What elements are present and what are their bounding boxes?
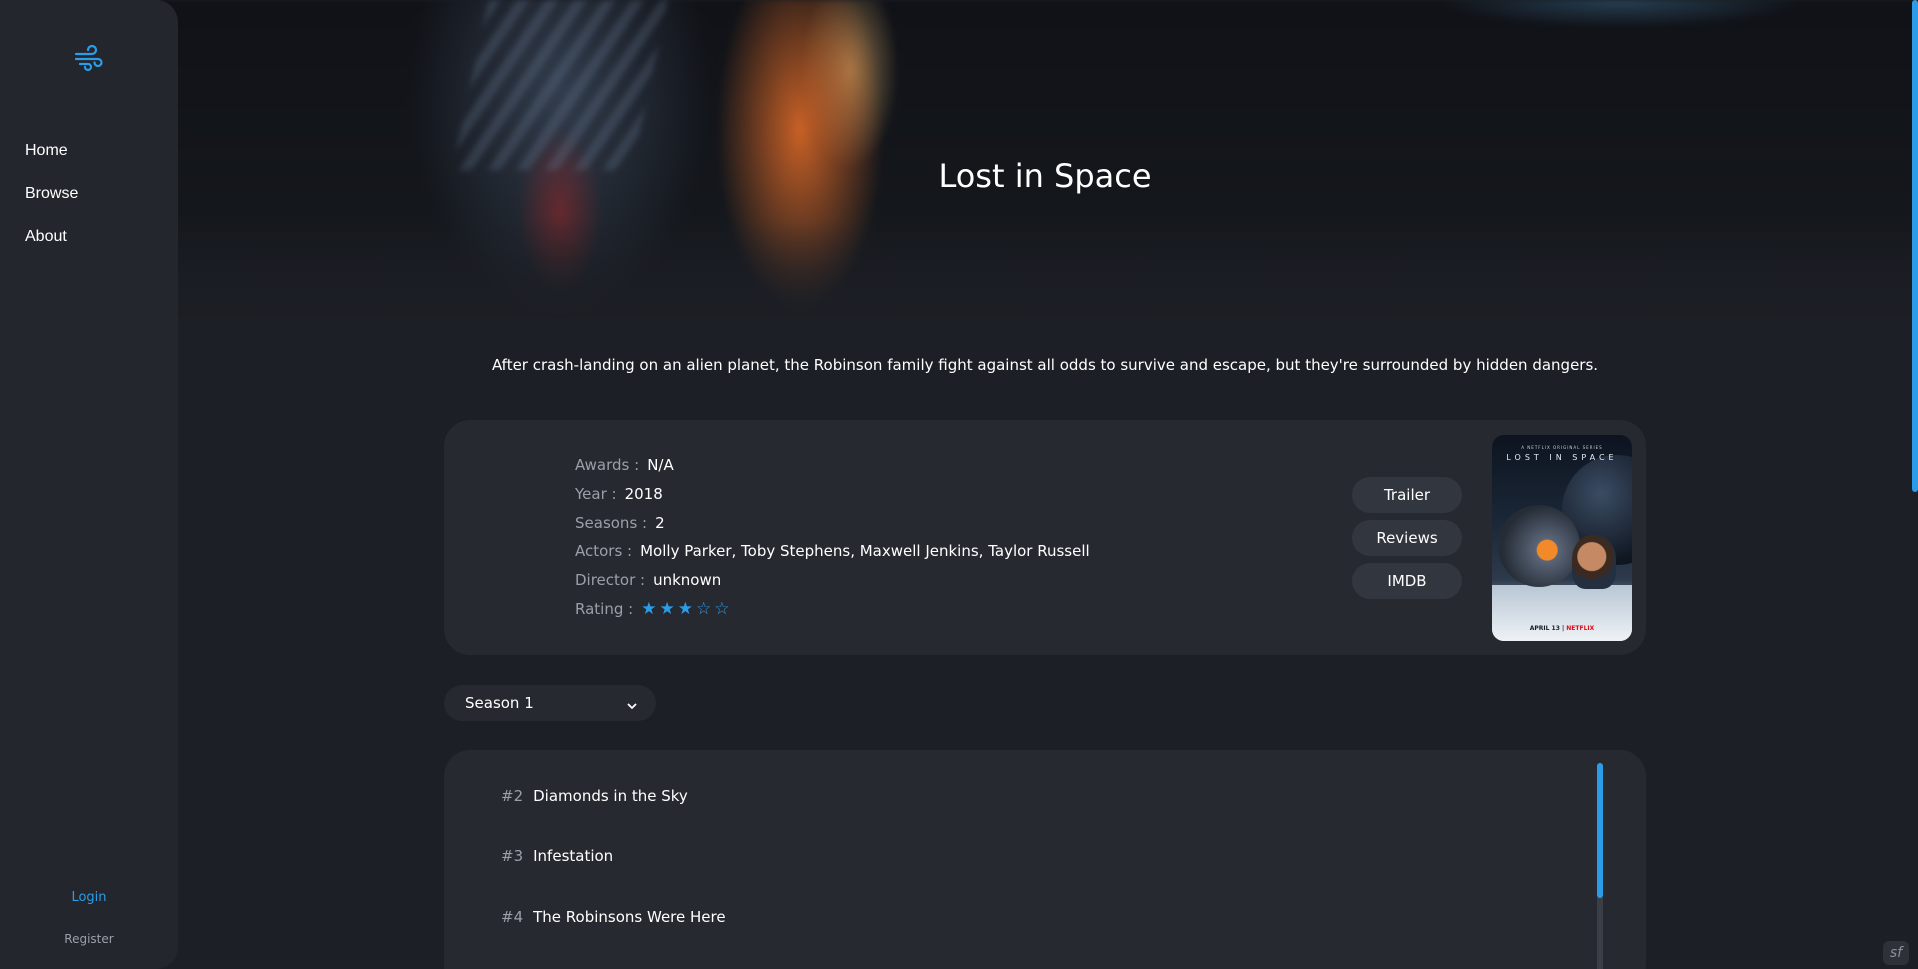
star-empty-icon: ☆ <box>695 599 712 619</box>
season-select[interactable]: Season 1 <box>444 685 656 721</box>
hero-backdrop-stripes <box>451 0 669 170</box>
episode-number: #3 <box>501 847 524 865</box>
detail-seasons: Seasons : 2 <box>575 514 665 532</box>
poster-title: LOST IN SPACE <box>1506 453 1618 462</box>
poster-spaceship <box>1498 505 1580 587</box>
season-select-value: Season 1 <box>465 694 534 712</box>
list-item[interactable]: #4 The Robinsons Were Here <box>501 908 726 926</box>
rating-label: Rating : <box>575 600 634 618</box>
login-link[interactable]: Login <box>0 890 178 905</box>
show-poster: A NETFLIX ORIGINAL SERIES LOST IN SPACE … <box>1492 435 1632 641</box>
wind-icon[interactable] <box>72 42 104 74</box>
page-scrollbar[interactable] <box>1912 0 1918 492</box>
episode-scrollbar[interactable] <box>1597 763 1603 969</box>
poster-brand: NETFLIX <box>1566 625 1595 632</box>
detail-value: 2018 <box>624 485 663 503</box>
detail-rating: Rating : ★ ★ ★ ☆ ☆ <box>575 599 732 619</box>
star-filled-icon: ★ <box>641 599 657 619</box>
detail-value: N/A <box>647 456 674 474</box>
detail-label: Year : <box>575 485 617 503</box>
poster-footer: APRIL 13 | NETFLIX <box>1529 625 1595 632</box>
star-filled-icon: ★ <box>659 599 675 619</box>
reviews-button[interactable]: Reviews <box>1352 520 1462 556</box>
star-filled-icon: ★ <box>677 599 693 619</box>
list-item[interactable]: #2 Diamonds in the Sky <box>501 787 688 805</box>
sidebar: Home Browse About Login Register <box>0 0 178 969</box>
show-description: After crash-landing on an alien planet, … <box>491 356 1599 374</box>
detail-label: Awards : <box>575 456 640 474</box>
episode-title: The Robinsons Were Here <box>533 908 726 926</box>
episode-title: Infestation <box>533 847 614 865</box>
detail-label: Seasons : <box>575 514 648 532</box>
episode-title: Diamonds in the Sky <box>533 787 688 805</box>
detail-actors: Actors : Molly Parker, Toby Stephens, Max… <box>575 542 1090 560</box>
chevron-down-icon <box>626 697 638 709</box>
detail-year: Year : 2018 <box>575 485 663 503</box>
detail-label: Actors : <box>575 542 633 560</box>
detail-director: Director : unknown <box>575 571 721 589</box>
poster-tagline: A NETFLIX ORIGINAL SERIES <box>1521 445 1603 450</box>
star-empty-icon: ☆ <box>714 599 730 619</box>
episode-number: #4 <box>501 908 524 926</box>
detail-label: Director : <box>575 571 646 589</box>
poster-figure <box>1572 535 1616 589</box>
show-title: Lost in Space <box>938 157 1152 195</box>
list-item[interactable]: #3 Infestation <box>501 847 613 865</box>
nav-about[interactable]: About <box>25 228 67 246</box>
detail-value: unknown <box>653 571 722 589</box>
nav-browse[interactable]: Browse <box>25 185 78 203</box>
rating-stars: ★ ★ ★ ☆ ☆ <box>641 599 732 619</box>
trailer-button[interactable]: Trailer <box>1352 477 1462 513</box>
show-info-card: Awards : N/A Year : 2018 Seasons : 2 Actors… <box>444 420 1646 655</box>
poster-ground <box>1492 585 1632 641</box>
detail-value: 2 <box>655 514 665 532</box>
symfony-toolbar-icon[interactable]: sf <box>1883 941 1909 965</box>
episode-number: #2 <box>501 787 524 805</box>
nav-home[interactable]: Home <box>25 142 68 160</box>
poster-date: APRIL 13 <box>1529 625 1560 632</box>
imdb-button[interactable]: IMDB <box>1352 563 1462 599</box>
episode-list[interactable]: #2 Diamonds in the Sky #3 Infestation #4 Th… <box>444 750 1646 969</box>
detail-value: Molly Parker, Toby Stephens, Maxwell Jen… <box>640 542 1090 560</box>
hero-fade <box>0 220 1918 350</box>
episode-scrollbar-thumb[interactable] <box>1597 763 1603 898</box>
register-link[interactable]: Register <box>0 932 178 946</box>
detail-awards: Awards : N/A <box>575 456 674 474</box>
page: Home Browse About Login Register Lost in… <box>0 0 1918 969</box>
